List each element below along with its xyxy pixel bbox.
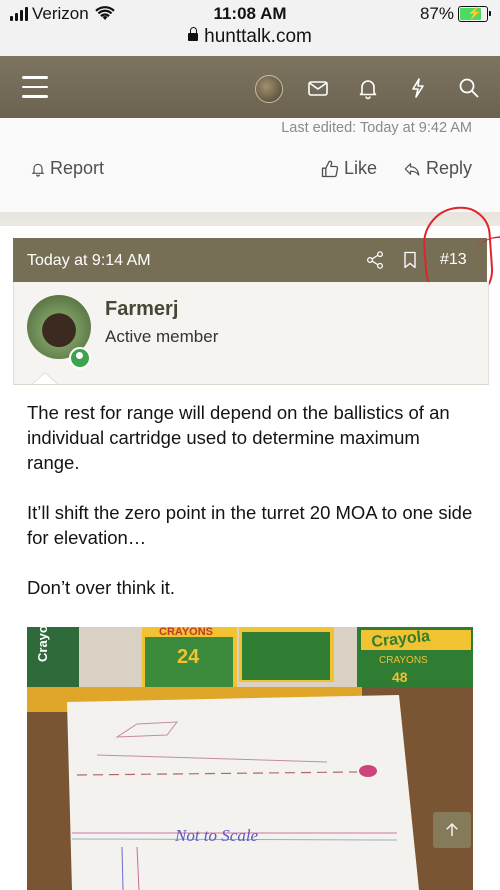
reply-button[interactable]: Reply [402,158,472,179]
like-label: Like [344,158,378,178]
post-paragraph: It’ll shift the zero point in the turret… [27,502,473,548]
report-button[interactable]: Report [30,158,104,179]
report-label: Report [50,158,105,178]
previous-post-footer: Last edited: Today at 9:42 AM Report Lik… [0,118,500,214]
battery-percent: 87% [419,4,454,23]
online-status-icon [69,347,91,369]
avatar[interactable] [255,75,283,103]
bell-icon [31,163,45,177]
author-title: Active member [105,327,219,346]
crayons-sub-label: CRAYONS [379,655,428,666]
crayola-box-text: Crayola [35,627,50,662]
lock-icon [188,27,199,41]
last-edited: Last edited: Today at 9:42 AM [281,120,472,136]
bell-icon[interactable] [356,76,380,100]
bookmark-icon[interactable] [400,250,420,270]
site-navbar [0,56,500,118]
share-icon[interactable] [365,250,385,270]
author-name[interactable]: Farmerj [105,298,178,321]
bolt-icon[interactable] [406,76,430,100]
url-text: hunttalk.com [204,26,312,47]
post-attachment-image[interactable]: Crayola CRAYONS 24 Crayola CRAYONS 48 No… [27,627,473,890]
thumbs-up-icon [321,160,339,177]
sketch-caption: Not to Scale [174,826,259,845]
post-date[interactable]: Today at 9:14 AM [27,252,151,270]
reply-icon [404,162,420,176]
arrow-up-icon [446,822,458,836]
mail-icon[interactable] [306,76,330,100]
post-author-block: Farmerj Active member [13,282,489,385]
menu-icon[interactable] [22,76,48,98]
battery-icon: ⚡ [458,6,491,22]
search-icon[interactable] [457,76,481,100]
reply-label: Reply [426,158,473,178]
post-paragraph: Don’t over think it. [27,577,176,598]
post-body: The rest for range will depend on the ba… [27,400,477,625]
status-bar: Verizon 11:08 AM 87% ⚡ [0,0,500,28]
crayons-label: CRAYONS [159,627,213,638]
battery-info: 87% ⚡ [419,4,491,24]
like-button[interactable]: Like [320,158,377,179]
scroll-to-top-button[interactable] [433,812,471,848]
author-block-pointer [32,372,58,384]
crayons-count: 24 [177,646,200,668]
post-separator [0,212,500,226]
post-paragraph: The rest for range will depend on the ba… [27,402,450,473]
address-bar[interactable]: hunttalk.com [0,26,500,56]
post-header: Today at 9:14 AM #13 [13,238,487,282]
crayons-count-48: 48 [392,669,408,685]
